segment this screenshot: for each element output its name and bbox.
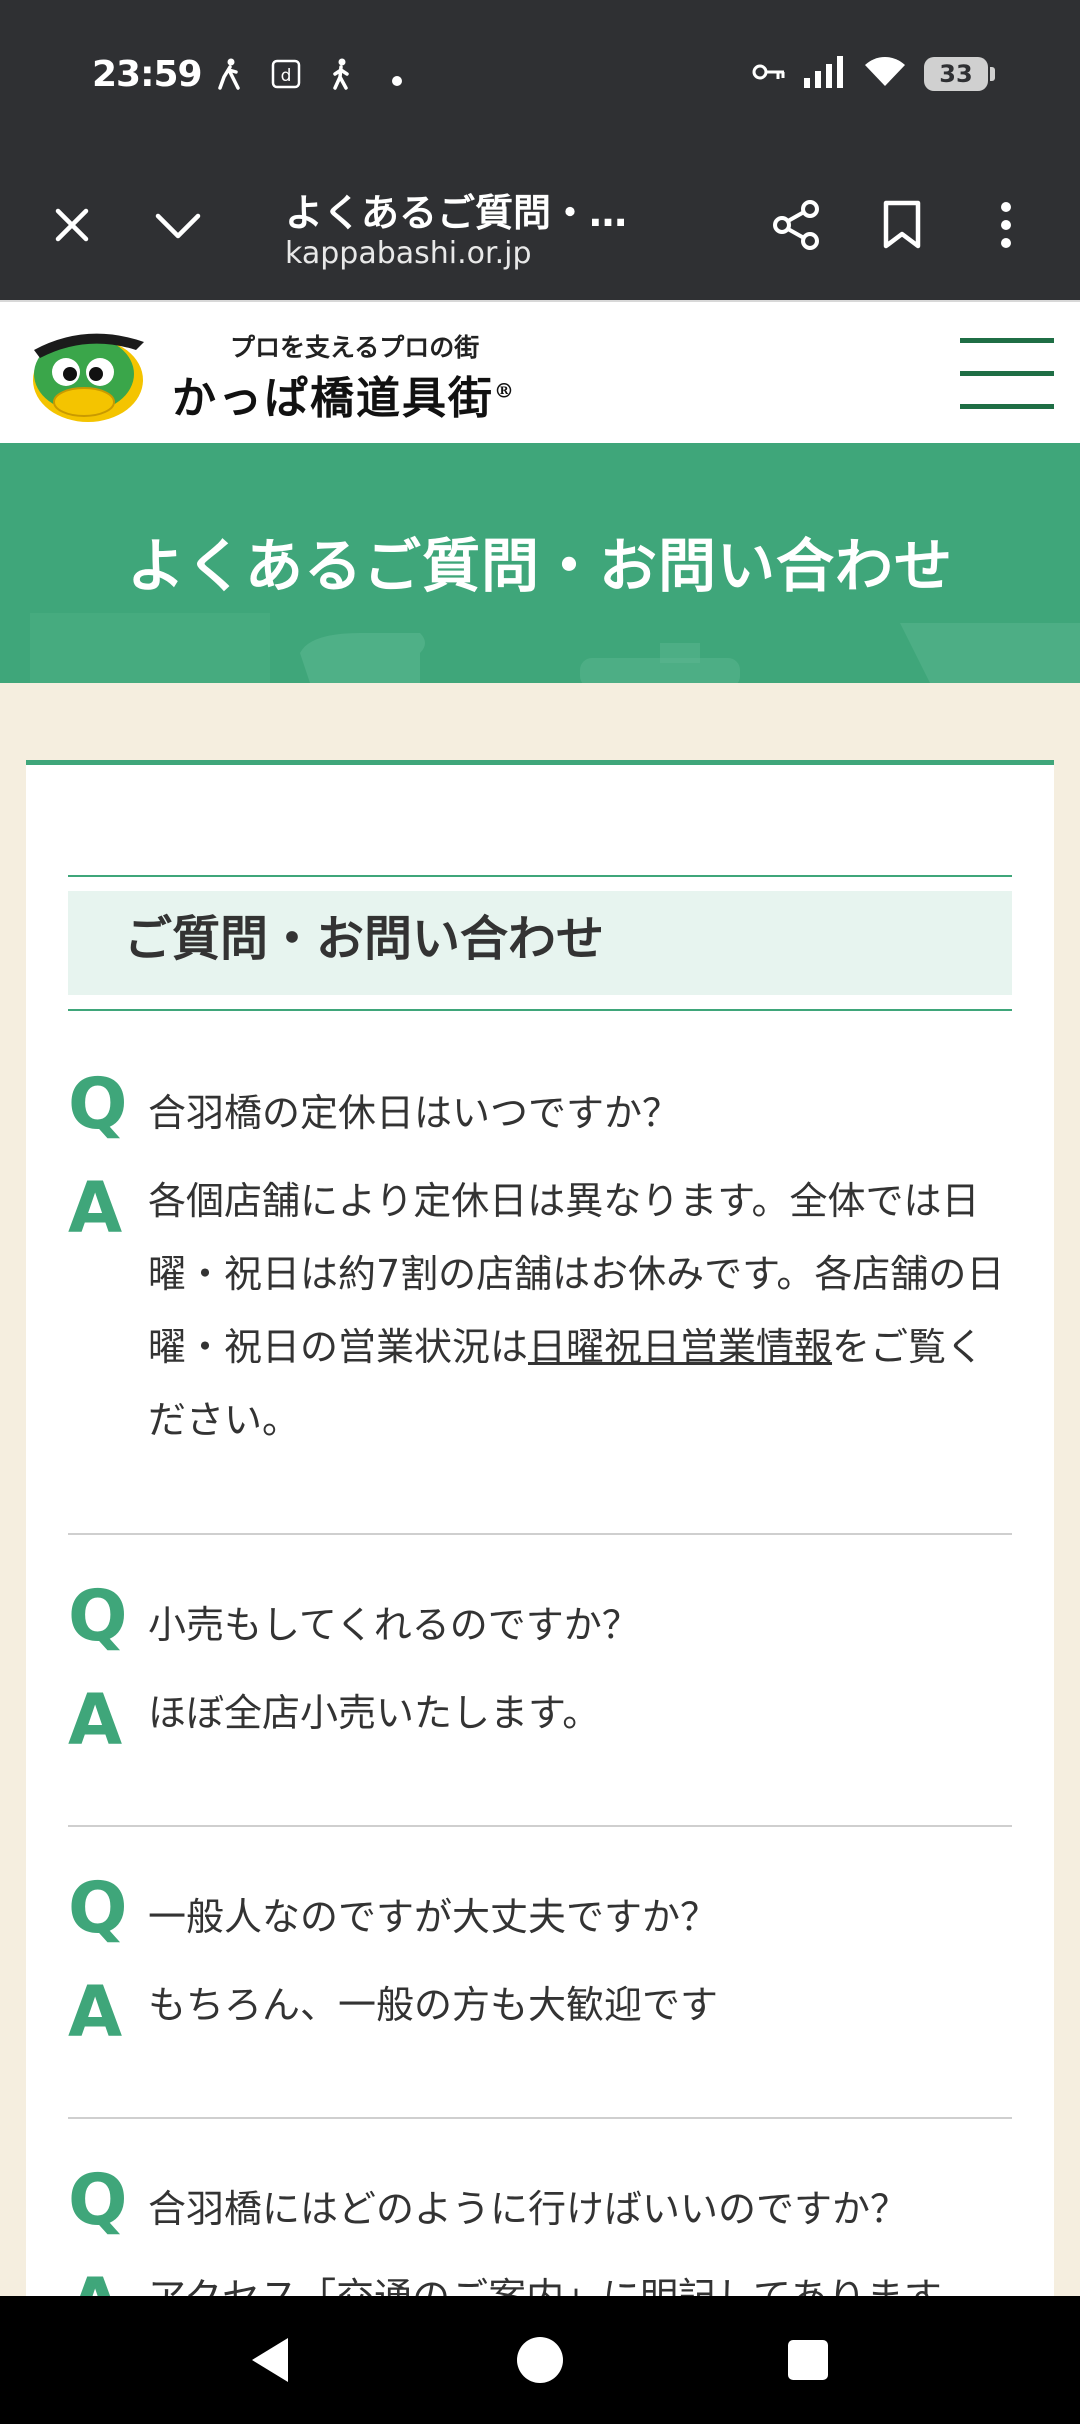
faq-card: ご質問・お問い合わせ Q 合羽橋の定休日はいつですか？ A 各個店舗により定休日…	[26, 760, 1054, 2424]
answer-marker: A	[68, 1679, 123, 1761]
section-header: ご質問・お問い合わせ	[68, 875, 1012, 1011]
faq-item: Q 小売もしてくれるのですか？ A ほぼ全店小売いたします。	[68, 1575, 1012, 1755]
navigation-bar	[0, 2296, 1080, 2424]
share-icon[interactable]	[766, 195, 826, 255]
divider	[68, 1825, 1012, 1827]
menu-icon[interactable]	[960, 338, 1054, 409]
status-time: 23:59	[92, 54, 203, 95]
kappa-mascot-logo[interactable]	[26, 320, 151, 425]
back-icon[interactable]	[244, 2332, 300, 2388]
question-marker: Q	[68, 1575, 128, 1657]
faq-item: Q 合羽橋の定休日はいつですか？ A 各個店舗により定休日は異なります。全体では…	[68, 1065, 1012, 1457]
faq-item: Q 一般人なのですが大丈夫ですか？ A もちろん、一般の方も大歓迎です	[68, 1867, 1012, 2047]
divider	[68, 1533, 1012, 1535]
key-icon	[752, 61, 786, 87]
signal-icon	[804, 56, 846, 92]
more-options-icon[interactable]	[976, 195, 1036, 255]
section-title: ご質問・お問い合わせ	[124, 911, 605, 967]
system-icons: 33	[752, 56, 995, 92]
faq-answer: ほぼ全店小売いたします。	[148, 1691, 601, 1735]
battery-icon: 33	[924, 57, 995, 91]
site-header: プロを支えるプロの街 かっぱ橋道具街®	[0, 300, 1080, 443]
close-icon[interactable]	[42, 195, 102, 255]
registered-mark: ®	[494, 378, 516, 403]
hero-banner: よくあるご質問・お問い合わせ	[0, 443, 1080, 683]
dot-icon	[383, 61, 411, 94]
answer-marker: A	[68, 1971, 123, 2053]
hero-title: よくあるご質問・お問い合わせ	[126, 532, 953, 600]
logo-tagline: プロを支えるプロの街	[230, 333, 480, 362]
home-icon[interactable]	[512, 2332, 568, 2388]
d-icon: d	[271, 59, 301, 96]
wifi-icon	[864, 56, 906, 92]
sunday-holiday-info-link[interactable]: 日曜祝日営業情報	[528, 1325, 832, 1369]
notification-icons: d	[215, 58, 411, 97]
logo-name: かっぱ橋道具街	[172, 373, 494, 424]
faq-question: 合羽橋にはどのように行けばいいのですか？	[148, 2187, 909, 2231]
page-title[interactable]: よくあるご質問・…	[285, 182, 685, 237]
status-bar: 23:59 d 33	[0, 0, 1080, 150]
svg-text:d: d	[281, 66, 292, 86]
walk-icon	[215, 58, 243, 97]
bookmark-icon[interactable]	[872, 195, 932, 255]
logo-text[interactable]: かっぱ橋道具街®	[172, 362, 516, 426]
answer-marker: A	[68, 1167, 123, 1249]
question-marker: Q	[68, 1867, 128, 1949]
faq-answer: もちろん、一般の方も大歓迎です	[148, 1983, 719, 2027]
recents-icon[interactable]	[780, 2332, 836, 2388]
question-marker: Q	[68, 2159, 128, 2241]
divider	[68, 2117, 1012, 2119]
faq-answer: 各個店舗により定休日は異なります。全体では日曜・祝日は約7割の店舗はお休みです。…	[148, 1165, 1008, 1457]
faq-question: 小売もしてくれるのですか？	[148, 1603, 640, 1647]
faq-question: 一般人なのですが大丈夫ですか？	[148, 1895, 719, 1939]
walk-icon	[327, 58, 355, 97]
chevron-down-icon[interactable]	[148, 195, 208, 255]
page-url[interactable]: kappabashi.or.jp	[285, 236, 532, 271]
browser-toolbar: よくあるご質問・… kappabashi.or.jp	[0, 150, 1080, 300]
faq-question: 合羽橋の定休日はいつですか？	[148, 1091, 681, 1135]
question-marker: Q	[68, 1063, 128, 1145]
